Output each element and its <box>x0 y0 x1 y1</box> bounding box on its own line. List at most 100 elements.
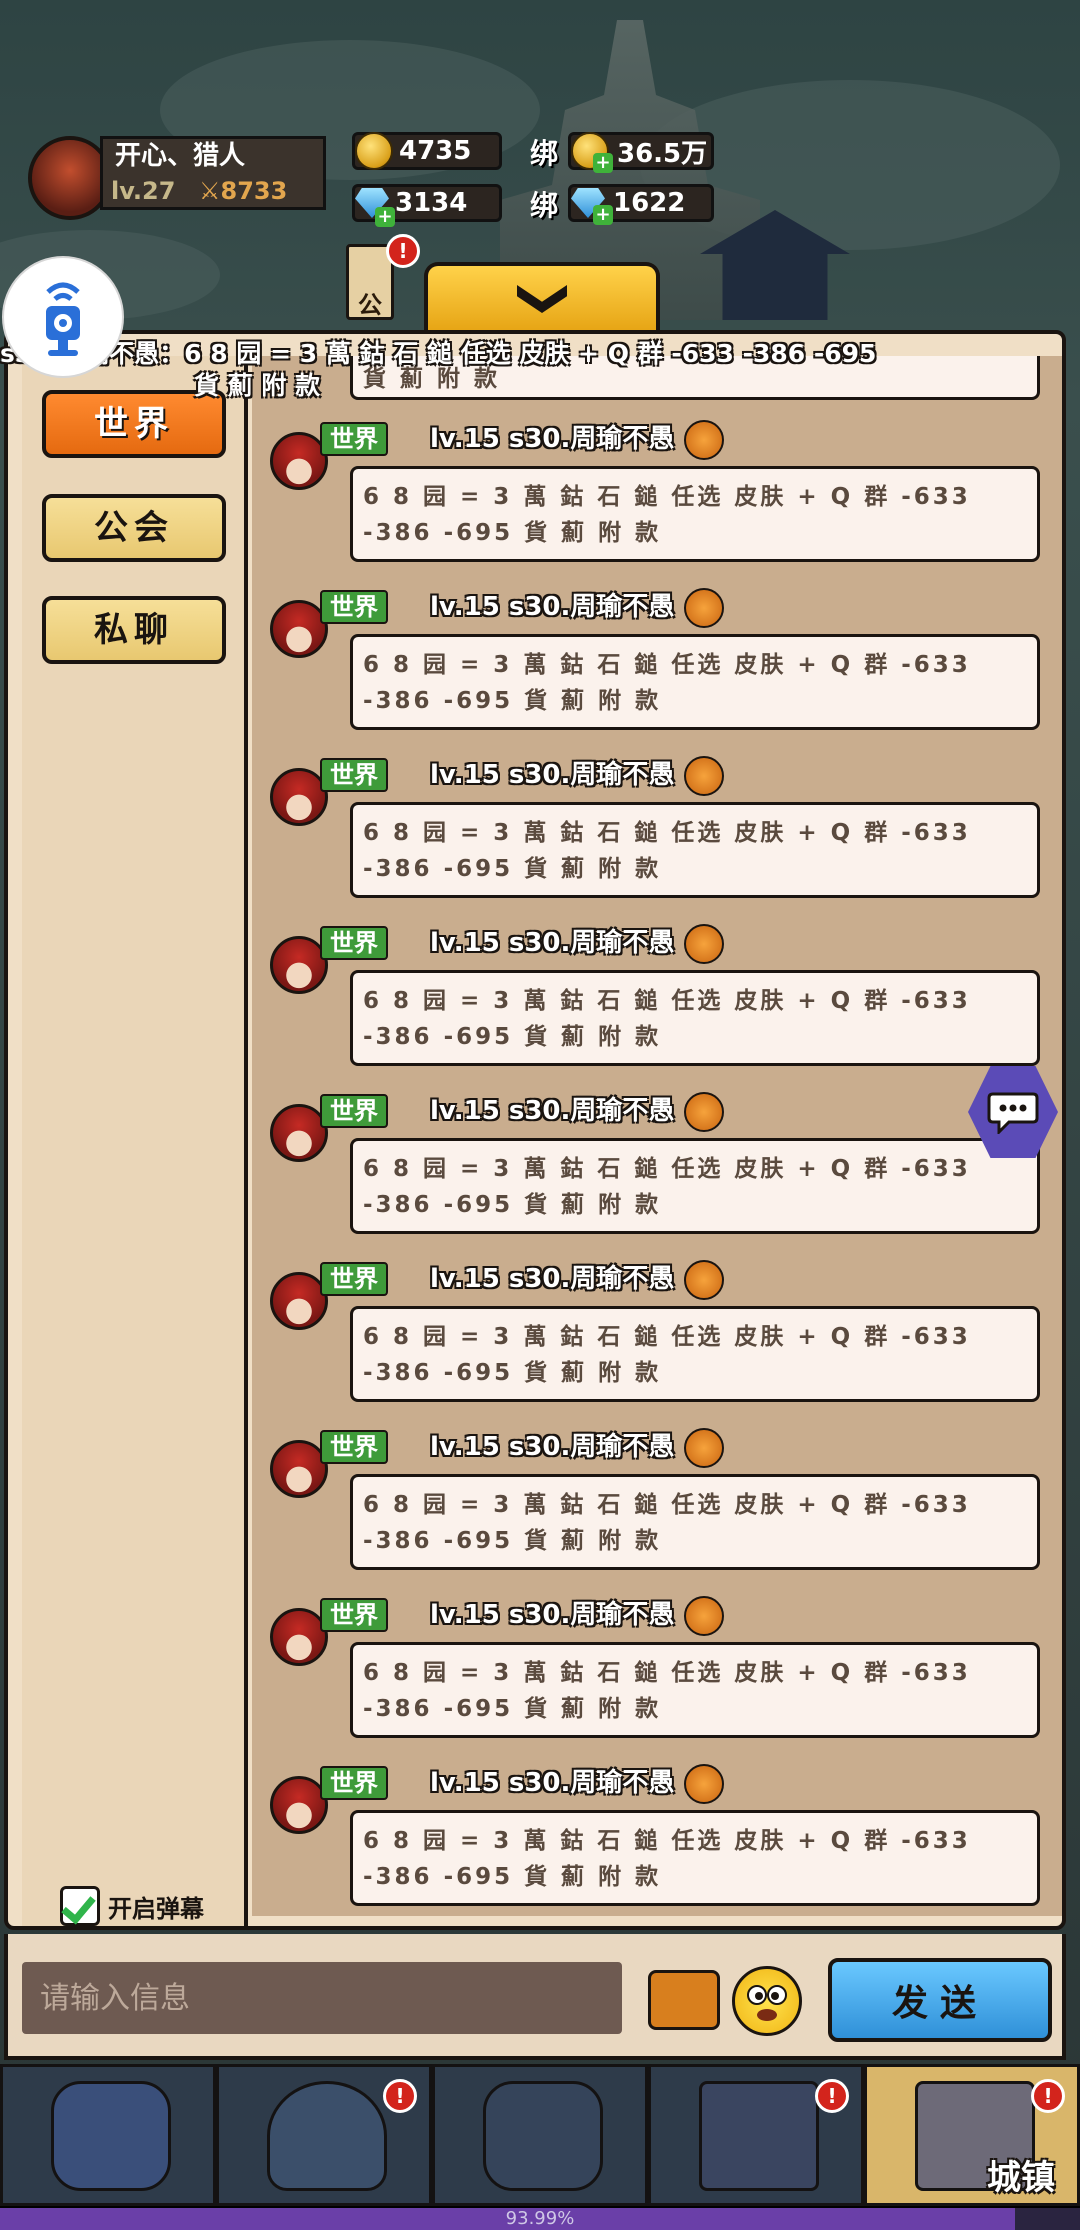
rock-golem-icon <box>51 2081 171 2191</box>
screen-record-button[interactable] <box>2 256 124 378</box>
channel-tag: 世界 <box>320 926 388 960</box>
loading-progress-bar: 93.99% <box>0 2206 1080 2230</box>
emoji-icon[interactable] <box>732 1966 802 2036</box>
sender-name[interactable]: lv.15 s30.周瑜不愚 <box>430 590 674 624</box>
nav-item-skull[interactable] <box>432 2064 648 2206</box>
skull-warrior-icon <box>483 2081 603 2191</box>
sword-badge-icon <box>684 1764 724 1804</box>
sword-badge-icon <box>684 1092 724 1132</box>
message-bubble: 6 8 园 = 3 萬 鈷 石 鎚 任选 皮肤 + Q 群 -633 -386 … <box>350 1474 1040 1570</box>
gem-value: 3134 <box>395 188 468 218</box>
message-text: 6 8 园 = 3 萬 鈷 石 鎚 任选 皮肤 + Q 群 -633 -386 … <box>363 1828 971 1890</box>
message-bubble: 6 8 园 = 3 萬 鈷 石 鎚 任选 皮肤 + Q 群 -633 -386 … <box>350 802 1040 898</box>
sword-badge-icon <box>684 1428 724 1468</box>
collapse-chat-button[interactable] <box>424 262 660 332</box>
barrage-label: 开启弹幕 <box>108 1894 204 1923</box>
surprised-face-icon <box>747 1985 787 2021</box>
bound-gold-value: 36.5万 <box>617 138 708 169</box>
sender-name[interactable]: lv.15 s30.周瑜不愚 <box>430 758 674 792</box>
nav-label-town: 城镇 <box>987 2158 1055 2198</box>
speech-bubble-icon <box>987 1092 1039 1134</box>
chat-message-list[interactable]: 貨 薊 附 款 世界 lv.15 s30.周瑜不愚 6 8 园 = 3 萬 鈷 石 … <box>252 356 1062 1916</box>
tab-guild[interactable]: 公会 <box>42 494 226 562</box>
sender-name[interactable]: lv.15 s30.周瑜不愚 <box>430 1430 674 1464</box>
marquee-line-1: s30.周瑜不愚：6 8 园 = 3 萬 鈷 石 鎚 任选 皮肤 + Q 群 -… <box>0 339 877 368</box>
chat-message: 世界 lv.15 s30.周瑜不愚 6 8 园 = 3 萬 鈷 石 鎚 任选 皮肤 … <box>252 588 1062 758</box>
bound-gold-label: 绑 <box>530 137 559 170</box>
chat-message: 世界 lv.15 s30.周瑜不愚 6 8 园 = 3 萬 鈷 石 鎚 任选 皮肤 … <box>252 1092 1062 1262</box>
sword-badge-icon <box>684 1260 724 1300</box>
player-name: 开心、猎人 <box>115 141 246 171</box>
crossed-swords-icon: ⚔ <box>199 177 221 205</box>
sender-name[interactable]: lv.15 s30.周瑜不愚 <box>430 1094 674 1128</box>
channel-sidebar: 世界 公会 私聊 开启弹幕 <box>22 356 248 1926</box>
player-power: ⚔8733 <box>199 175 287 207</box>
message-input[interactable] <box>22 1962 622 2034</box>
channel-tag: 世界 <box>320 1094 388 1128</box>
barrage-toggle[interactable]: 开启弹幕 <box>60 1886 204 1926</box>
message-bubble: 6 8 园 = 3 萬 鈷 石 鎚 任选 皮肤 + Q 群 -633 -386 … <box>350 1306 1040 1402</box>
chat-message: 世界 lv.15 s30.周瑜不愚 6 8 园 = 3 萬 鈷 石 鎚 任选 皮肤 … <box>252 420 1062 590</box>
player-level: lv.27 <box>111 177 176 205</box>
chat-message: 世界 lv.15 s30.周瑜不愚 6 8 园 = 3 萬 鈷 石 鎚 任选 皮肤 … <box>252 1764 1062 1916</box>
hooded-monster-icon <box>267 2081 387 2191</box>
player-info-box[interactable]: 开心、猎人 lv.27 ⚔8733 <box>100 136 326 210</box>
message-text: 6 8 园 = 3 萬 鈷 石 鎚 任选 皮肤 + Q 群 -633 -386 … <box>363 1492 971 1554</box>
chat-input-bar: 发送 <box>4 1934 1066 2060</box>
message-text: 6 8 园 = 3 萬 鈷 石 鎚 任选 皮肤 + Q 群 -633 -386 … <box>363 1660 971 1722</box>
shrine-icon <box>699 2081 819 2191</box>
sender-name[interactable]: lv.15 s30.周瑜不愚 <box>430 1766 674 1800</box>
chevron-down-icon <box>517 285 567 313</box>
message-text: 6 8 园 = 3 萬 鈷 石 鎚 任选 皮肤 + Q 群 -633 -386 … <box>363 652 971 714</box>
sender-name[interactable]: lv.15 s30.周瑜不愚 <box>430 422 674 456</box>
bound-gem-counter[interactable]: 1622 + <box>568 184 714 225</box>
progress-text: 93.99% <box>505 2208 575 2229</box>
message-bubble: 6 8 园 = 3 萬 鈷 石 鎚 任选 皮肤 + Q 群 -633 -386 … <box>350 466 1040 562</box>
gold-coin-icon <box>355 132 393 170</box>
nav-item-shrine[interactable]: ! <box>648 2064 864 2206</box>
chat-message: 世界 lv.15 s30.周瑜不愚 6 8 园 = 3 萬 鈷 石 鎚 任选 皮肤 … <box>252 756 1062 926</box>
sword-badge-icon <box>684 924 724 964</box>
message-bubble: 6 8 园 = 3 萬 鈷 石 鎚 任选 皮肤 + Q 群 -633 -386 … <box>350 1810 1040 1906</box>
sword-badge-icon <box>684 756 724 796</box>
message-text: 6 8 园 = 3 萬 鈷 石 鎚 任选 皮肤 + Q 群 -633 -386 … <box>363 1156 971 1218</box>
barrage-marquee: s30.周瑜不愚：6 8 园 = 3 萬 鈷 石 鎚 任选 皮肤 + Q 群 -… <box>0 338 1080 402</box>
sender-name[interactable]: lv.15 s30.周瑜不愚 <box>430 926 674 960</box>
nav-item-town[interactable]: ! 城镇 <box>864 2064 1080 2206</box>
treasure-chest-icon[interactable] <box>648 1970 720 2030</box>
message-text: 6 8 园 = 3 萬 鈷 石 鎚 任选 皮肤 + Q 群 -633 -386 … <box>363 1324 971 1386</box>
channel-tag: 世界 <box>320 1766 388 1800</box>
chat-panel: 世界 公会 私聊 开启弹幕 貨 薊 附 款 世界 lv.15 s30.周瑜不愚 6 … <box>4 330 1066 1930</box>
gold-counter[interactable]: 4735 <box>352 132 502 170</box>
barrage-checkbox[interactable] <box>60 1886 100 1926</box>
chat-message: 世界 lv.15 s30.周瑜不愚 6 8 园 = 3 萬 鈷 石 鎚 任选 皮肤 … <box>252 1428 1062 1598</box>
bottom-navigation: ! ! ! 城镇 <box>0 2064 1080 2206</box>
channel-tag: 世界 <box>320 758 388 792</box>
channel-tag: 世界 <box>320 1430 388 1464</box>
camera-cast-icon <box>46 282 80 356</box>
add-bound-gold-icon[interactable]: + <box>593 153 613 173</box>
sword-badge-icon <box>684 588 724 628</box>
sword-badge-icon <box>684 420 724 460</box>
nav-item-hooded[interactable]: ! <box>216 2064 432 2206</box>
sender-name[interactable]: lv.15 s30.周瑜不愚 <box>430 1598 674 1632</box>
marquee-line-2: 貨 薊 附 款 <box>194 371 321 400</box>
chat-message: 世界 lv.15 s30.周瑜不愚 6 8 园 = 3 萬 鈷 石 鎚 任选 皮肤 … <box>252 924 1062 1094</box>
sender-name[interactable]: lv.15 s30.周瑜不愚 <box>430 1262 674 1296</box>
message-text: 6 8 园 = 3 萬 鈷 石 鎚 任选 皮肤 + Q 群 -633 -386 … <box>363 820 971 882</box>
bound-gem-value: 1622 <box>613 188 686 218</box>
gold-value: 4735 <box>399 136 472 166</box>
add-gem-icon[interactable]: + <box>375 207 395 227</box>
add-bound-gem-icon[interactable]: + <box>593 205 613 225</box>
channel-tag: 世界 <box>320 1598 388 1632</box>
gem-counter[interactable]: 3134 + <box>352 184 502 227</box>
channel-tag: 世界 <box>320 422 388 456</box>
sword-badge-icon <box>684 1596 724 1636</box>
bound-gold-counter[interactable]: 36.5万 + <box>568 132 714 173</box>
tab-private[interactable]: 私聊 <box>42 596 226 664</box>
message-text: 6 8 园 = 3 萬 鈷 石 鎚 任选 皮肤 + Q 群 -633 -386 … <box>363 484 971 546</box>
guild-alert-badge: ! <box>386 234 420 268</box>
nav-item-golem[interactable] <box>0 2064 216 2206</box>
bound-gem-label: 绑 <box>530 189 559 222</box>
send-button[interactable]: 发送 <box>828 1958 1052 2042</box>
